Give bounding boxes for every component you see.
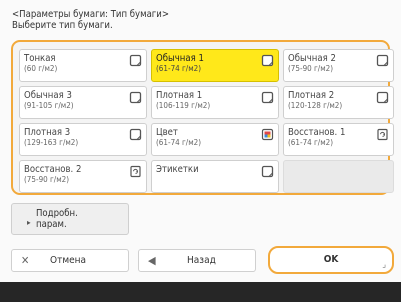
confirm-corner-icon: ⌟	[382, 260, 386, 270]
paper-weight-range: (120-128 г/м2)	[288, 101, 343, 110]
paper-type-name: Обычная 3	[24, 90, 72, 101]
back-arrow-icon: ◀	[148, 254, 156, 267]
paper-weight-range: (75-90 г/м2)	[288, 64, 334, 73]
sheet-icon	[129, 91, 142, 104]
paper-weight-range: (61-74 г/м2)	[156, 64, 202, 73]
details-settings-button[interactable]: ▸ Подробн. парам.	[11, 203, 129, 235]
paper-type-name: Плотная 2	[288, 90, 335, 101]
paper-type-name: Этикетки	[156, 164, 199, 175]
recycled-sheet-icon	[129, 165, 142, 178]
paper-weight-range: (61-74 г/м2)	[156, 138, 202, 147]
paper-type-button[interactable]: Этикетки	[151, 160, 279, 193]
paper-type-name: Обычная 2	[288, 53, 336, 64]
paper-type-name: Цвет	[156, 127, 178, 138]
paper-weight-range: (75-90 г/м2)	[24, 175, 70, 184]
screen-header: <Параметры бумаги: Тип бумаги> Выберите …	[12, 9, 169, 31]
back-button[interactable]: ◀ Назад	[138, 249, 256, 272]
status-bar	[0, 282, 401, 302]
instruction-text: Выберите тип бумаги.	[12, 20, 113, 31]
color-sheet-icon	[261, 128, 274, 141]
chevron-right-icon: ▸	[27, 218, 31, 227]
ok-button[interactable]: OK ⌟	[268, 246, 394, 274]
paper-type-button[interactable]: Цвет (61-74 г/м2)	[151, 123, 279, 156]
paper-type-name: Восстанов. 1	[288, 127, 346, 138]
paper-type-button[interactable]: Обычная 1 (61-74 г/м2)	[151, 49, 279, 82]
paper-type-panel: Тонкая (60 г/м2) Обычная 1 (61-74 г/м2) Обыч…	[11, 40, 394, 195]
sheet-icon	[376, 54, 389, 67]
paper-weight-range: (91-105 г/м2)	[24, 101, 74, 110]
paper-type-button[interactable]: Плотная 1 (106-119 г/м2)	[151, 86, 279, 119]
paper-type-button[interactable]: Плотная 2 (120-128 г/м2)	[283, 86, 394, 119]
details-button-label-line2: парам.	[36, 219, 67, 230]
paper-weight-range: (106-119 г/м2)	[156, 101, 211, 110]
sheet-icon	[129, 128, 142, 141]
paper-type-button[interactable]: Восстанов. 2 (75-90 г/м2)	[19, 160, 147, 193]
sheet-icon	[261, 54, 274, 67]
paper-type-button[interactable]: Обычная 3 (91-105 г/м2)	[19, 86, 147, 119]
sheet-icon	[261, 165, 274, 178]
recycled-sheet-icon	[376, 128, 389, 141]
paper-type-name: Тонкая	[24, 53, 56, 64]
paper-type-name: Восстанов. 2	[24, 164, 82, 175]
close-icon: ✕	[21, 254, 30, 267]
paper-type-name: Обычная 1	[156, 53, 204, 64]
paper-type-name: Плотная 1	[156, 90, 203, 101]
cancel-button-label: Отмена	[50, 255, 87, 266]
paper-type-button[interactable]: Восстанов. 1 (61-74 г/м2)	[283, 123, 394, 156]
paper-type-grid: Тонкая (60 г/м2) Обычная 1 (61-74 г/м2) Обыч…	[19, 49, 394, 193]
paper-type-name: Плотная 3	[24, 127, 71, 138]
paper-type-button[interactable]: Обычная 2 (75-90 г/м2)	[283, 49, 394, 82]
back-button-label: Назад	[187, 255, 216, 266]
paper-weight-range: (61-74 г/м2)	[288, 138, 334, 147]
sheet-icon	[261, 91, 274, 104]
details-button-label-line1: Подробн.	[36, 208, 78, 219]
sheet-icon	[129, 54, 142, 67]
paper-type-button[interactable]: Тонкая (60 г/м2)	[19, 49, 147, 82]
cancel-button[interactable]: ✕ Отмена	[11, 249, 129, 272]
empty-slot	[283, 160, 394, 193]
ok-button-label: OK	[323, 254, 339, 265]
paper-weight-range: (129-163 г/м2)	[24, 138, 79, 147]
sheet-icon	[376, 91, 389, 104]
paper-weight-range: (60 г/м2)	[24, 64, 58, 73]
paper-type-button[interactable]: Плотная 3 (129-163 г/м2)	[19, 123, 147, 156]
settings-breadcrumb: <Параметры бумаги: Тип бумаги>	[12, 9, 170, 20]
